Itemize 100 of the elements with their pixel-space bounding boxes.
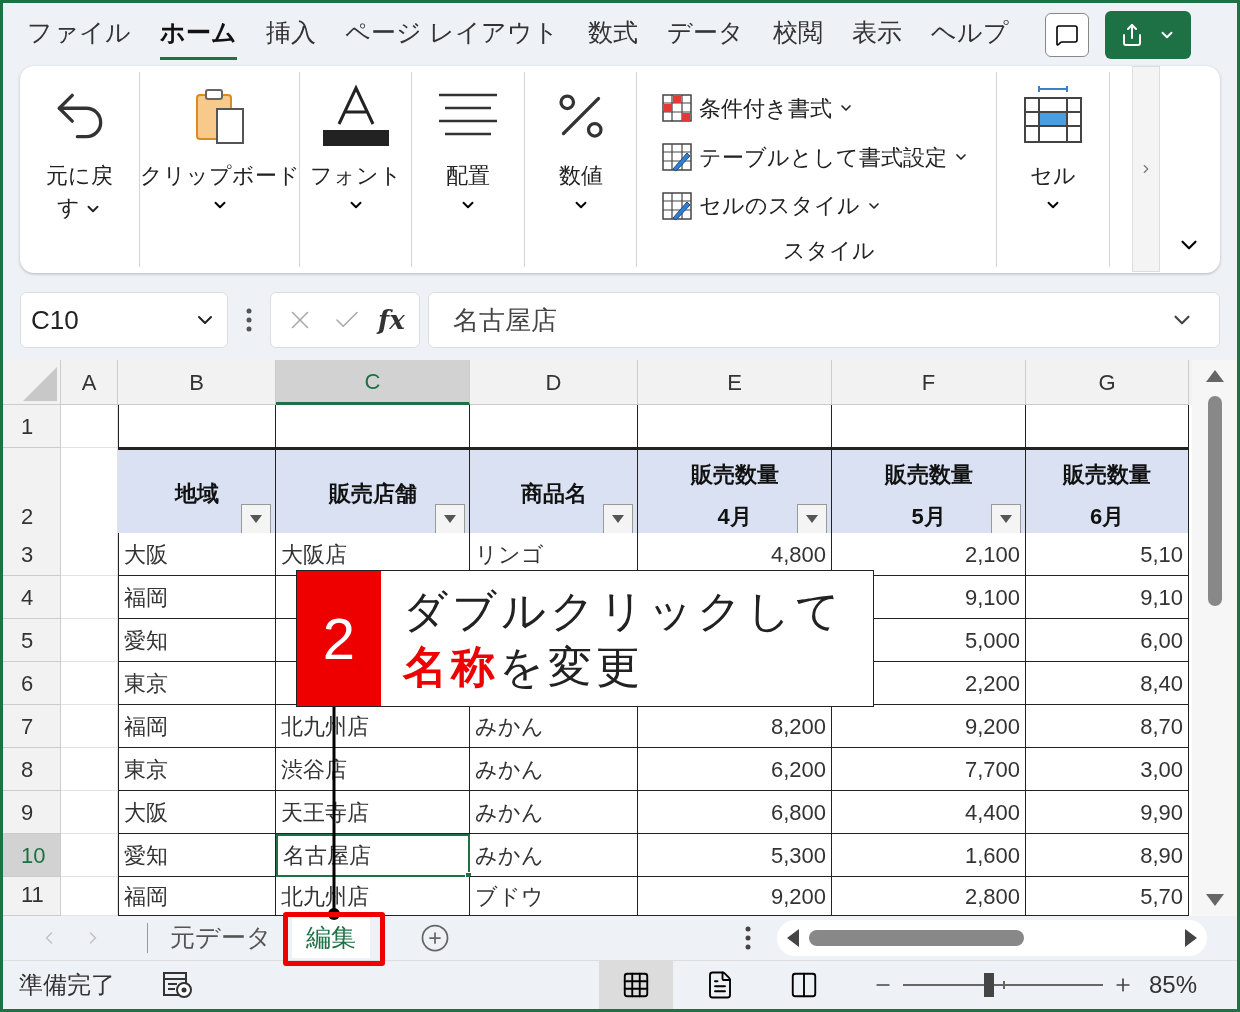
header-cell: 販売店舗 xyxy=(276,448,470,533)
table-cell: 福岡 xyxy=(118,705,276,748)
step-number: 2 xyxy=(297,571,381,706)
row-header[interactable]: 10 xyxy=(3,834,61,877)
ribbon-button[interactable]: 元に戻す xyxy=(39,160,120,224)
table-cell: 福岡 xyxy=(118,576,276,619)
row-header[interactable]: 3 xyxy=(3,533,61,576)
ribbon-button[interactable]: 配置 xyxy=(446,160,490,192)
table-cell: 6,00 xyxy=(1026,619,1189,662)
table-cell: みかん xyxy=(470,834,638,877)
comment-icon xyxy=(1055,22,1079,47)
table-cell: 5,10 xyxy=(1026,533,1189,576)
accessibility-icon[interactable] xyxy=(163,971,193,999)
row-header[interactable]: 5 xyxy=(3,619,61,662)
scroll-thumb[interactable] xyxy=(809,930,1024,946)
horizontal-scrollbar[interactable] xyxy=(777,920,1207,956)
share-button[interactable] xyxy=(1105,10,1191,59)
row-header[interactable]: 1 xyxy=(3,405,61,448)
view-button[interactable] xyxy=(598,961,673,1009)
filter-button[interactable] xyxy=(797,504,827,533)
cells-icon xyxy=(1023,86,1083,146)
status-text: 準備完了 xyxy=(19,970,115,1000)
ribbon-tab[interactable]: ページ レイアウト xyxy=(345,9,559,60)
ribbon-tab[interactable]: 数式 xyxy=(587,9,638,60)
column-header[interactable]: G xyxy=(1026,360,1189,405)
ribbon-menu-item[interactable]: 条件付き書式 xyxy=(661,84,996,133)
row-header[interactable]: 4 xyxy=(3,576,61,619)
zoom-level[interactable]: 85% xyxy=(1148,967,1197,1003)
column-header[interactable]: A xyxy=(61,360,118,405)
table-format-icon xyxy=(661,141,693,173)
ribbon-menu-item[interactable]: セルのスタイル xyxy=(661,181,996,230)
table-cell: 6,800 xyxy=(638,791,832,834)
table-cell xyxy=(61,748,118,791)
ribbon-tab[interactable]: データ xyxy=(666,9,744,60)
slider-thumb[interactable] xyxy=(983,973,994,997)
scroll-up-icon[interactable] xyxy=(1205,370,1224,382)
more-icon[interactable] xyxy=(745,926,751,950)
vertical-scrollbar[interactable] xyxy=(1192,360,1237,916)
more-icon xyxy=(246,308,252,332)
zoom-slider[interactable] xyxy=(902,973,1103,997)
column-header[interactable]: D xyxy=(470,360,638,405)
table-cell: 3,00 xyxy=(1026,748,1189,791)
table-cell xyxy=(61,834,118,877)
ribbon-tab[interactable]: 表示 xyxy=(851,9,902,60)
table-cell xyxy=(61,705,118,748)
sheet-tab[interactable]: 元データ xyxy=(156,918,286,958)
table-cell: 5,300 xyxy=(638,834,832,877)
ribbon-tab[interactable]: ファイル xyxy=(27,9,131,60)
scroll-left-icon[interactable] xyxy=(787,929,799,947)
row-header[interactable]: 9 xyxy=(3,791,61,834)
caret-icon xyxy=(444,515,456,523)
table-cell: 9,10 xyxy=(1026,576,1189,619)
column-header[interactable]: F xyxy=(832,360,1026,405)
comment-button[interactable] xyxy=(1045,12,1089,57)
table-cell: 愛知 xyxy=(118,619,276,662)
ribbon-button[interactable]: フォント xyxy=(309,160,402,192)
row-header[interactable]: 7 xyxy=(3,705,61,748)
row-header[interactable]: 6 xyxy=(3,662,61,705)
share-icon xyxy=(1120,22,1144,47)
table-cell xyxy=(61,533,118,576)
ribbon-button[interactable]: 数値 xyxy=(558,160,603,192)
table-cell: 6,200 xyxy=(638,748,832,791)
row-header[interactable]: 11 xyxy=(3,877,61,916)
table-cell: 大阪 xyxy=(118,533,276,576)
caret-icon xyxy=(806,515,818,523)
name-box[interactable]: C10 xyxy=(20,292,228,348)
table-cell xyxy=(61,576,118,619)
ribbon-tab[interactable]: 校閲 xyxy=(772,9,823,60)
table-cell: 大阪 xyxy=(118,791,276,834)
header-cell: 販売数量 6月 xyxy=(1026,448,1189,533)
filter-button[interactable] xyxy=(435,504,465,533)
add-sheet-icon[interactable] xyxy=(420,923,450,953)
scroll-thumb[interactable] xyxy=(1207,396,1222,606)
table-cell: 7,700 xyxy=(832,748,1026,791)
filter-button[interactable] xyxy=(603,504,633,533)
table-cell: 1,600 xyxy=(832,834,1026,877)
column-header[interactable]: C xyxy=(276,360,470,405)
table-cell xyxy=(61,405,118,448)
filter-button[interactable] xyxy=(991,504,1021,533)
ribbon-button[interactable]: クリップボード xyxy=(139,160,300,192)
header-cell: 商品名 xyxy=(470,448,638,533)
table-cell: 9,90 xyxy=(1026,791,1189,834)
ribbon-button[interactable]: セル xyxy=(1030,160,1076,192)
ribbon-tab[interactable]: ヘルプ xyxy=(930,9,1009,60)
column-header[interactable]: E xyxy=(638,360,832,405)
formula-input[interactable]: 名古屋店 xyxy=(428,292,1220,348)
scroll-right-icon[interactable] xyxy=(1185,929,1197,947)
ribbon-menu-item[interactable]: テーブルとして書式設定 xyxy=(661,132,996,182)
conditional-format-icon xyxy=(661,92,693,125)
table-cell: 東京 xyxy=(118,662,276,705)
sheet-tab[interactable]: 編集 xyxy=(292,918,370,958)
ribbon-tab[interactable]: 挿入 xyxy=(266,9,316,60)
fill-handle[interactable] xyxy=(465,872,472,877)
row-header[interactable]: 8 xyxy=(3,748,61,791)
table-cell: 4,400 xyxy=(832,791,1026,834)
row-header[interactable]: 2 xyxy=(3,448,61,533)
filter-button[interactable] xyxy=(241,504,271,533)
ribbon-tab[interactable]: ホーム xyxy=(160,9,237,60)
insert-function-button[interactable]: fx xyxy=(378,300,405,340)
scroll-down-icon[interactable] xyxy=(1205,894,1224,906)
